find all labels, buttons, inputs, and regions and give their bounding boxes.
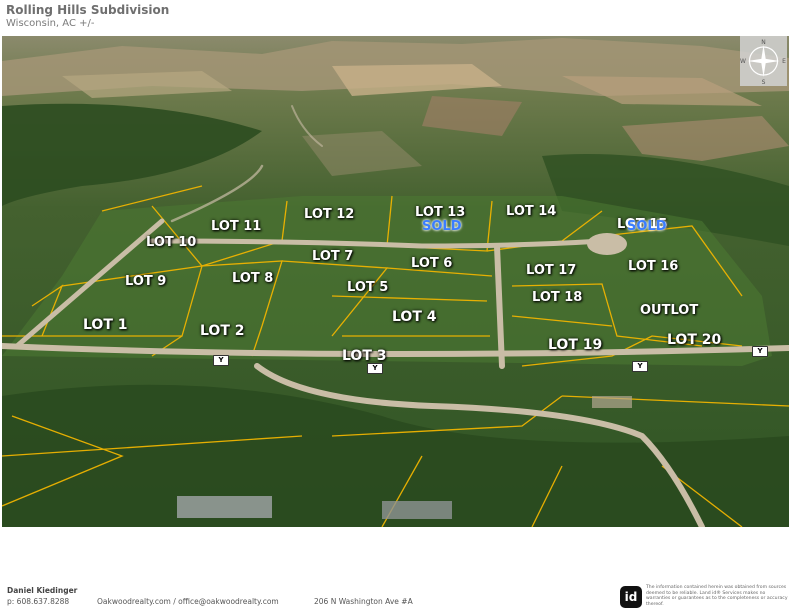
- agent-name: Daniel Kiedinger: [7, 586, 78, 595]
- highway-y-sign: Y: [632, 361, 648, 372]
- aerial-map-background: [2, 36, 789, 527]
- lot-15-sold-badge: SOLD: [627, 219, 667, 234]
- compass-east: E: [782, 58, 786, 65]
- lot-16-label[interactable]: LOT 16: [628, 259, 678, 274]
- lot-6-label[interactable]: LOT 6: [411, 256, 452, 271]
- lot-14-label[interactable]: LOT 14: [506, 204, 556, 219]
- lot-18-label[interactable]: LOT 18: [532, 290, 582, 305]
- lot-17-label[interactable]: LOT 17: [526, 263, 576, 278]
- land-id-logo[interactable]: id: [620, 586, 642, 608]
- agent-phone[interactable]: p: 608.637.8288: [7, 597, 69, 606]
- lot-9-label[interactable]: LOT 9: [125, 274, 166, 289]
- outlot-label[interactable]: OUTLOT: [640, 303, 698, 318]
- compass-rose-icon: N E S W: [740, 36, 787, 86]
- lot-7-label[interactable]: LOT 7: [312, 249, 353, 264]
- lot-13-label[interactable]: LOT 13: [415, 205, 465, 220]
- lot-13-sold-badge: SOLD: [422, 219, 462, 234]
- lot-2-label[interactable]: LOT 2: [200, 323, 245, 339]
- disclaimer-text: The information contained herein was obt…: [646, 585, 788, 607]
- highway-y-sign: Y: [367, 363, 383, 374]
- lot-11-label[interactable]: LOT 11: [211, 219, 261, 234]
- lot-4-label[interactable]: LOT 4: [392, 309, 437, 325]
- lot-10-label[interactable]: LOT 10: [146, 235, 196, 250]
- compass-west: W: [740, 58, 746, 65]
- office-address: 206 N Washington Ave #A: [314, 597, 413, 606]
- lot-1-label[interactable]: LOT 1: [83, 317, 128, 333]
- website-link[interactable]: Oakwoodrealty.com / office@oakwoodrealty…: [97, 597, 279, 606]
- lot-20-label[interactable]: LOT 20: [667, 332, 721, 348]
- compass-north: N: [761, 39, 766, 46]
- page-title: Rolling Hills Subdivision: [6, 3, 170, 17]
- aerial-map[interactable]: LOT 10 LOT 11 LOT 12 LOT 13 SOLD LOT 14 …: [2, 36, 789, 527]
- highway-y-sign: Y: [213, 355, 229, 366]
- lot-3-label[interactable]: LOT 3: [342, 348, 387, 364]
- lot-19-label[interactable]: LOT 19: [548, 337, 602, 353]
- lot-5-label[interactable]: LOT 5: [347, 280, 388, 295]
- page-subtitle: Wisconsin, AC +/-: [6, 18, 95, 29]
- lot-12-label[interactable]: LOT 12: [304, 207, 354, 222]
- highway-y-sign: Y: [752, 346, 768, 357]
- lot-8-label[interactable]: LOT 8: [232, 271, 273, 286]
- compass-south: S: [762, 79, 766, 86]
